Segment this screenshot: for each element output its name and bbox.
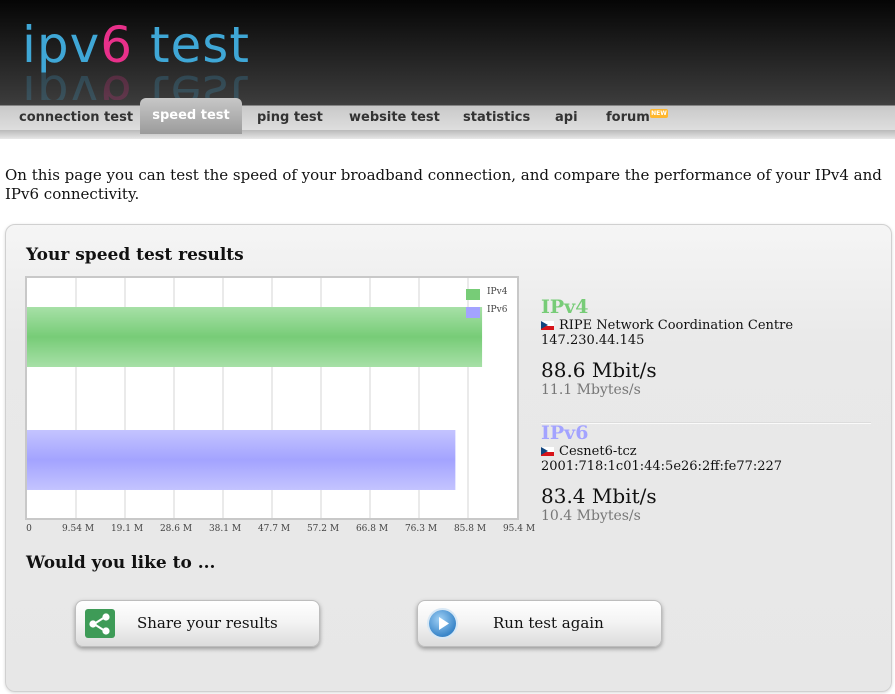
run-test-again-button[interactable]: Run test again: [417, 600, 662, 647]
ipv4-mbit: 88.6 Mbit/s: [541, 358, 657, 382]
ipv6-address: 2001:718:1c01:44:5e26:2ff:fe77:227: [541, 459, 783, 474]
czech-flag-icon: [541, 447, 554, 456]
tab-api[interactable]: api: [555, 110, 578, 125]
ipv4-mbyte: 11.1 Mbytes/s: [541, 382, 641, 398]
ipv6-title: IPv6: [541, 422, 589, 444]
ipv6-mbyte: 10.4 Mbytes/s: [541, 508, 641, 524]
speed-chart: [25, 276, 519, 520]
share-icon: [85, 609, 115, 638]
nav-underline: [0, 130, 895, 139]
share-results-button[interactable]: Share your results: [75, 600, 320, 647]
ipv4-address: 147.230.44.145: [541, 333, 645, 348]
intro-text: On this page you can test the speed of y…: [5, 166, 882, 203]
tab-statistics[interactable]: statistics: [463, 110, 530, 125]
ipv6-isp: Cesnet6-tcz: [559, 444, 637, 459]
followup-heading: Would you like to ...: [26, 553, 216, 573]
x-tick-label: 95.4 M: [502, 524, 536, 534]
legend-swatch-ipv6: [466, 307, 480, 318]
site-header: ipv6 test ipv6 test: [0, 0, 895, 100]
share-button-label: Share your results: [137, 614, 278, 632]
ipv4-title: IPv4: [541, 296, 589, 318]
ipv4-isp: RIPE Network Coordination Centre: [559, 318, 794, 333]
tab-connection-test[interactable]: connection test: [19, 110, 133, 125]
tab-ping-test[interactable]: ping test: [257, 110, 323, 125]
tab-forum[interactable]: forum: [606, 110, 650, 125]
tab-website-test[interactable]: website test: [349, 110, 440, 125]
tab-speed-test[interactable]: speed test: [140, 98, 242, 134]
ipv6-mbit: 83.4 Mbit/s: [541, 484, 657, 508]
results-divider: [541, 422, 871, 424]
bar-ipv4: [27, 307, 483, 367]
results-heading: Your speed test results: [26, 245, 244, 265]
new-badge: NEW: [650, 109, 668, 118]
bar-ipv6: [27, 430, 456, 490]
run-button-label: Run test again: [493, 614, 604, 632]
play-icon: [429, 610, 456, 637]
legend-label-ipv6: IPv6: [487, 305, 508, 315]
legend-swatch-ipv4: [466, 289, 480, 300]
czech-flag-icon: [541, 321, 554, 330]
legend-label-ipv4: IPv4: [487, 287, 508, 297]
logo-reflection: ipv6 test: [22, 64, 250, 100]
